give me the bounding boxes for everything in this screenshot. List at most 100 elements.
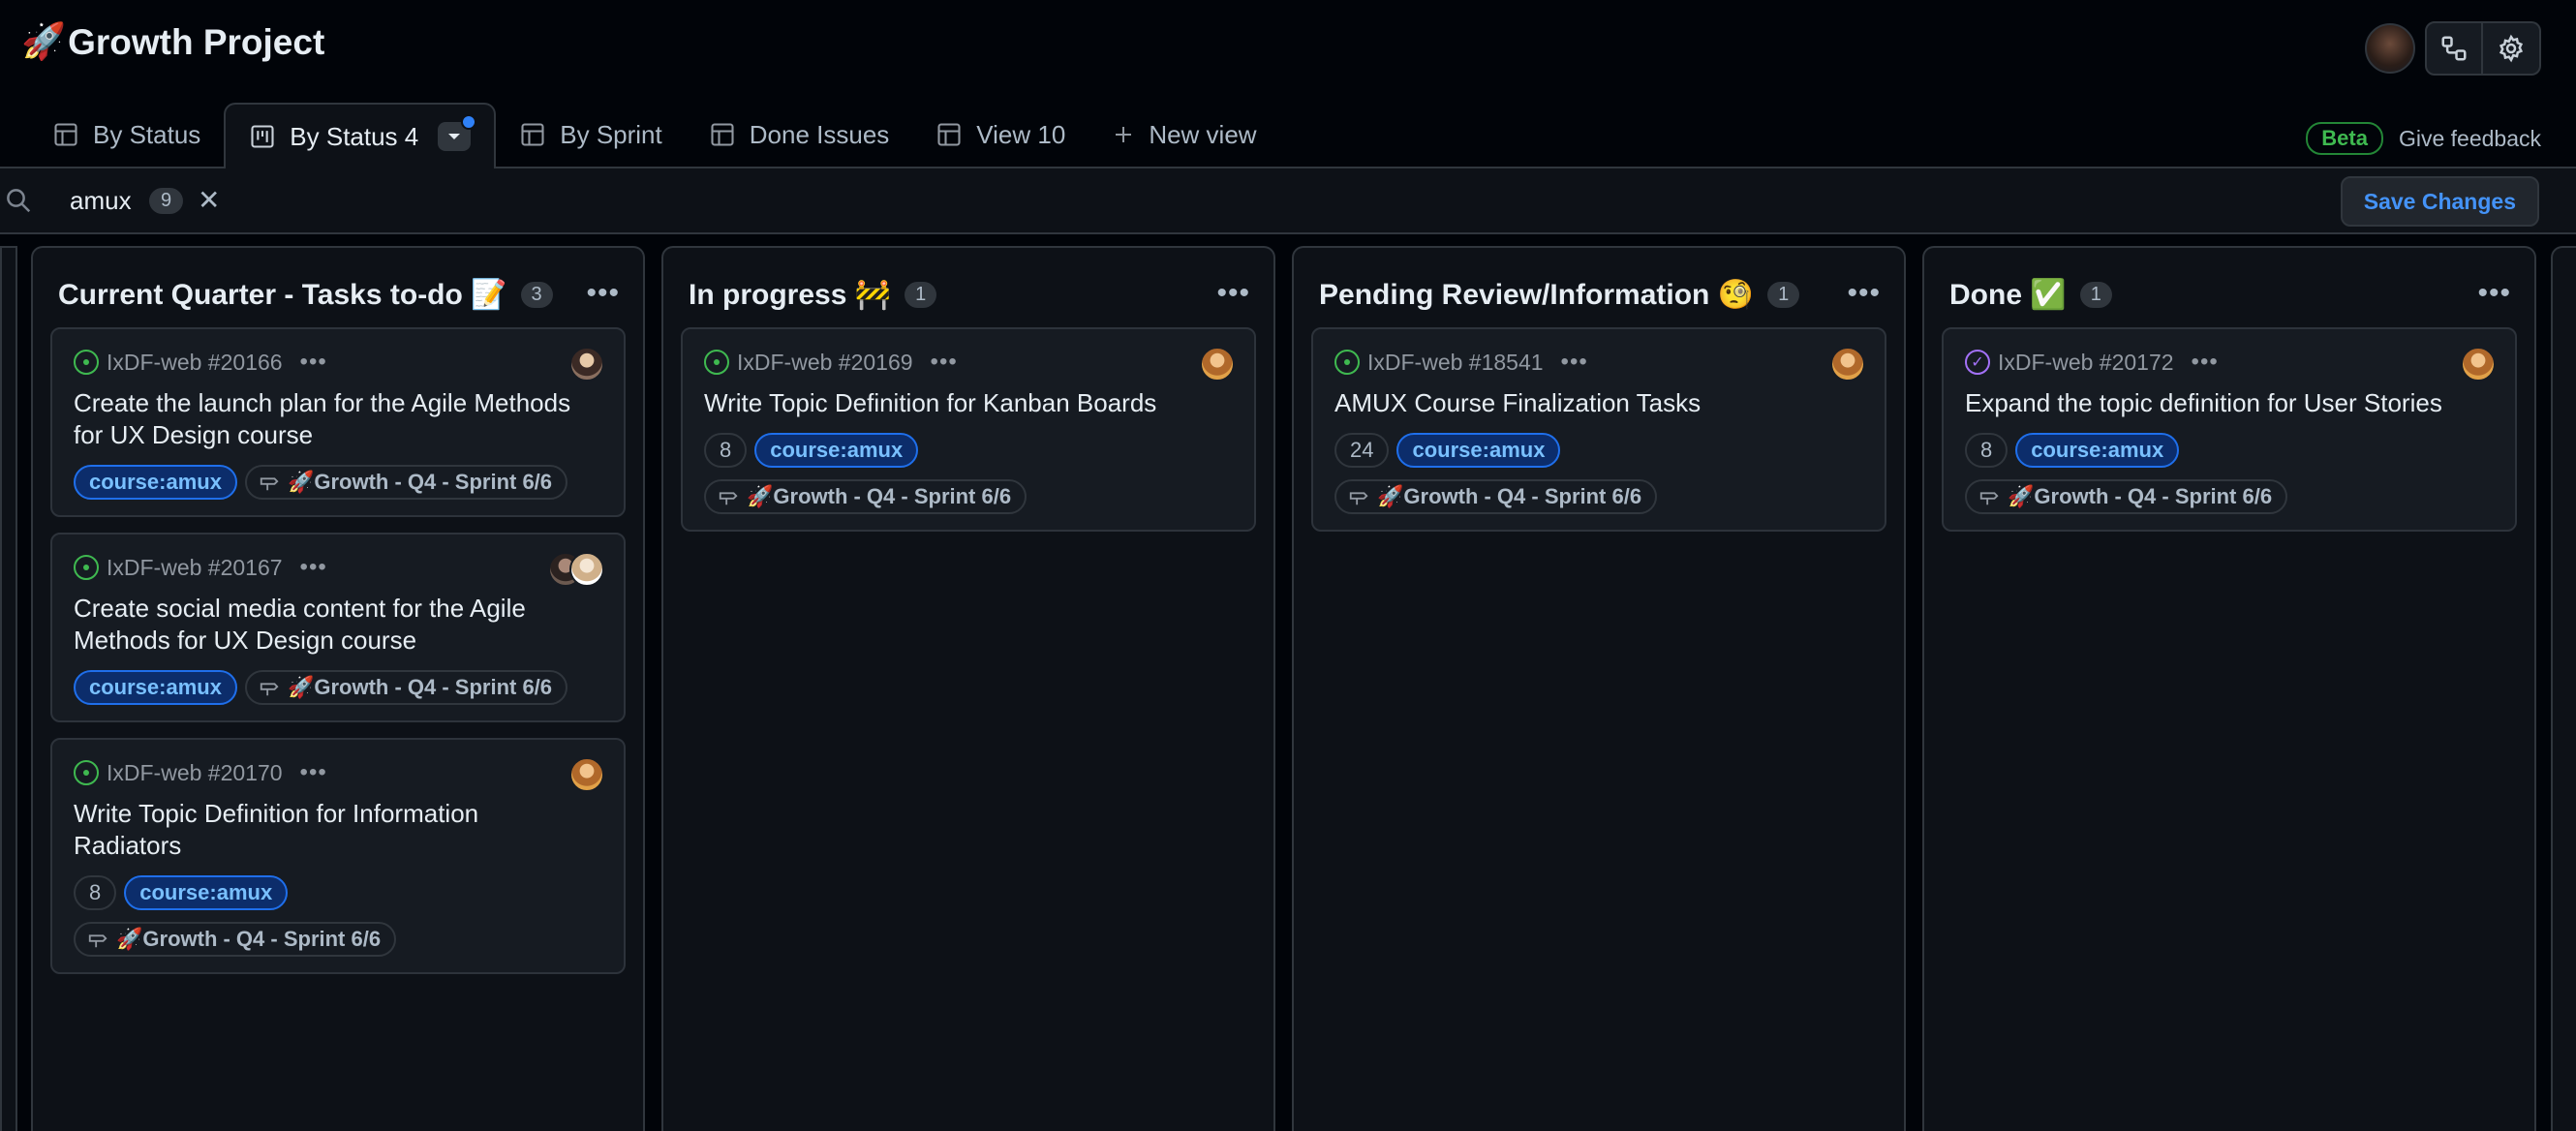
estimate-chip[interactable]: 8 [1965, 433, 2009, 468]
column-header: Pending Review/Information 🧐 1 ••• [1319, 273, 1885, 316]
table-icon [937, 123, 961, 146]
sprint-chip[interactable]: 🚀Growth - Q4 - Sprint 6/6 [244, 465, 568, 500]
issue-id: IxDF-web #20170 [107, 759, 283, 785]
workflow-icon [2441, 36, 2467, 61]
sprint-label: 🚀Growth - Q4 - Sprint 6/6 [116, 927, 382, 951]
tab-done-issues[interactable]: Done Issues [686, 103, 913, 167]
column-count: 3 [520, 281, 553, 308]
clear-filter-button[interactable]: ✕ [198, 184, 220, 216]
issue-title[interactable]: AMUX Course Finalization Tasks [1334, 387, 1863, 419]
card-menu-button[interactable]: ••• [2192, 349, 2219, 376]
tab-by-status-4[interactable]: By Status 4 [224, 103, 497, 168]
sprint-chip[interactable]: 🚀Growth - Q4 - Sprint 6/6 [244, 670, 568, 705]
filter-bar: amux 9 ✕ Save Changes [0, 167, 2576, 234]
issue-title[interactable]: Expand the topic definition for User Sto… [1965, 387, 2494, 419]
estimate-chip[interactable]: 8 [704, 433, 748, 468]
issue-card[interactable]: IxDF-web #20169 ••• Write Topic Definiti… [681, 327, 1256, 532]
issue-card[interactable]: IxDF-web #18541 ••• AMUX Course Finaliza… [1311, 327, 1886, 532]
column-menu-button[interactable]: ••• [1216, 277, 1250, 310]
column-menu-button[interactable]: ••• [2477, 277, 2511, 310]
iteration-icon [1348, 486, 1369, 507]
issue-card[interactable]: IxDF-web #20167 ••• Create social media … [50, 533, 626, 722]
label-chip[interactable]: course:amux [74, 465, 237, 500]
card-menu-button[interactable]: ••• [931, 349, 958, 376]
estimate-chip[interactable]: 8 [74, 875, 117, 910]
sprint-chip[interactable]: 🚀Growth - Q4 - Sprint 6/6 [1334, 479, 1658, 514]
view-tabs: By Status By Status 4 By Sprint Done Iss… [29, 103, 1280, 168]
assignee-avatar[interactable] [569, 347, 604, 382]
column-edge-left [0, 246, 17, 1131]
tab-label: Done Issues [749, 119, 890, 149]
label-chip[interactable]: course:amux [2015, 433, 2180, 468]
column-header: In progress 🚧 1 ••• [689, 273, 1254, 316]
plus-icon [1116, 127, 1132, 142]
iteration-icon [718, 486, 739, 507]
tab-options-button[interactable] [438, 114, 477, 151]
table-icon [711, 123, 734, 146]
assignee-avatar[interactable] [1200, 347, 1235, 382]
assignee-avatars[interactable] [548, 552, 604, 587]
filter-input[interactable]: amux [70, 186, 132, 216]
gear-icon [2499, 34, 2524, 63]
column-menu-button[interactable]: ••• [1847, 277, 1881, 310]
issue-title[interactable]: Write Topic Definition for Information R… [74, 798, 602, 862]
open-issue-icon [74, 350, 99, 375]
table-icon [54, 123, 77, 146]
header-button-group [2425, 21, 2541, 76]
open-issue-icon [74, 555, 99, 580]
label-chip[interactable]: course:amux [754, 433, 919, 468]
sprint-label: 🚀Growth - Q4 - Sprint 6/6 [1377, 484, 1642, 508]
issue-id: IxDF-web #18541 [1367, 349, 1544, 375]
card-menu-button[interactable]: ••• [300, 349, 327, 376]
issue-title[interactable]: Create the launch plan for the Agile Met… [74, 387, 602, 451]
assignee-avatar[interactable] [1830, 347, 1865, 382]
tab-view-10[interactable]: View 10 [912, 103, 1089, 167]
tab-by-status[interactable]: By Status [29, 103, 224, 167]
board-icon [251, 125, 274, 148]
column-pending-review: Pending Review/Information 🧐 1 ••• IxDF-… [1292, 246, 1906, 1131]
issue-card[interactable]: ✓ IxDF-web #20172 ••• Expand the topic d… [1942, 327, 2517, 532]
issue-title[interactable]: Create social media content for the Agil… [74, 593, 602, 657]
card-menu-button[interactable]: ••• [1561, 349, 1588, 376]
estimate-chip[interactable]: 24 [1334, 433, 1390, 468]
tab-label: By Status [93, 119, 201, 149]
column-menu-button[interactable]: ••• [586, 277, 620, 310]
save-changes-button[interactable]: Save Changes [2340, 176, 2539, 227]
issue-card[interactable]: IxDF-web #20166 ••• Create the launch pl… [50, 327, 626, 517]
unsaved-indicator [461, 114, 477, 130]
column-in-progress: In progress 🚧 1 ••• IxDF-web #20169 ••• … [661, 246, 1275, 1131]
iteration-icon [259, 677, 280, 698]
project-title: 🚀 Growth Project [21, 21, 324, 63]
tab-by-sprint[interactable]: By Sprint [496, 103, 686, 167]
label-chip[interactable]: course:amux [124, 875, 289, 910]
column-edge-right [2551, 246, 2576, 1131]
sprint-chip[interactable]: 🚀Growth - Q4 - Sprint 6/6 [704, 479, 1027, 514]
sprint-chip[interactable]: 🚀Growth - Q4 - Sprint 6/6 [1965, 479, 2288, 514]
column-header: Current Quarter - Tasks to-do 📝 3 ••• [58, 273, 624, 316]
user-avatar[interactable] [2365, 23, 2415, 74]
column-count: 1 [2079, 281, 2112, 308]
give-feedback-link[interactable]: Give feedback [2399, 126, 2541, 152]
sprint-chip[interactable]: 🚀Growth - Q4 - Sprint 6/6 [74, 922, 397, 957]
label-chip[interactable]: course:amux [1396, 433, 1561, 468]
assignee-avatar[interactable] [2461, 347, 2496, 382]
card-menu-button[interactable]: ••• [300, 554, 327, 581]
search-icon [7, 189, 31, 213]
card-menu-button[interactable]: ••• [300, 759, 327, 786]
issue-title[interactable]: Write Topic Definition for Kanban Boards [704, 387, 1233, 419]
new-view-button[interactable]: New view [1089, 103, 1279, 167]
column-done: Done ✅ 1 ••• ✓ IxDF-web #20172 ••• Expan… [1922, 246, 2536, 1131]
open-issue-icon [1334, 350, 1360, 375]
issue-card[interactable]: IxDF-web #20170 ••• Write Topic Definiti… [50, 738, 626, 974]
card-list: ✓ IxDF-web #20172 ••• Expand the topic d… [1942, 327, 2517, 532]
table-icon [521, 123, 544, 146]
open-issue-icon [704, 350, 729, 375]
header: 🚀 Growth Project [0, 0, 2576, 97]
tab-label: New view [1149, 119, 1257, 149]
tab-label: By Sprint [560, 119, 662, 149]
settings-button[interactable] [2483, 21, 2541, 76]
label-chip[interactable]: course:amux [74, 670, 237, 705]
workflows-button[interactable] [2425, 21, 2483, 76]
assignee-avatar[interactable] [569, 757, 604, 792]
header-actions [2365, 21, 2541, 76]
